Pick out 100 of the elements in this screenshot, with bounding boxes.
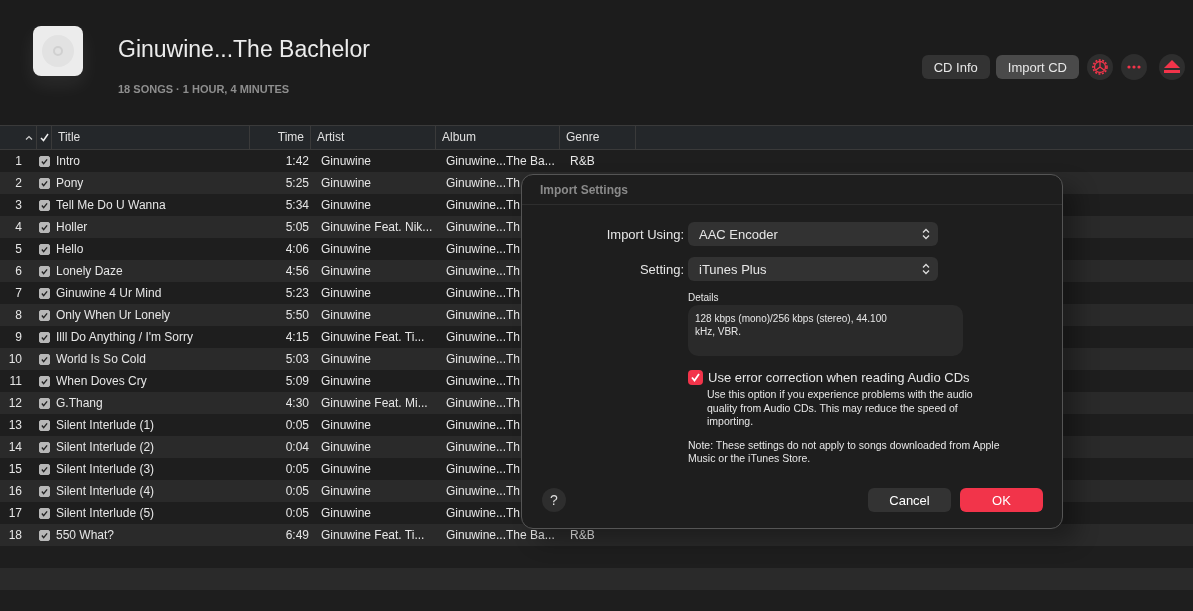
track-artist: Ginuwine Feat. Mi... — [320, 396, 429, 410]
track-artist: Ginuwine Feat. Ti... — [320, 330, 426, 344]
track-time: 4:06 — [284, 242, 310, 256]
action-button[interactable]: CD Info — [921, 55, 990, 79]
track-checkbox[interactable] — [39, 375, 50, 387]
track-title: Only When Ur Lonely — [55, 308, 172, 322]
track-checkbox[interactable] — [39, 353, 50, 365]
track-artist: Ginuwine — [320, 352, 373, 366]
cancel-button[interactable]: Cancel — [868, 488, 951, 512]
track-checkbox[interactable] — [39, 199, 50, 211]
track-title: Pony — [55, 176, 85, 190]
track-time: 5:03 — [284, 352, 310, 366]
track-number: 15 — [7, 462, 22, 476]
track-number: 9 — [14, 330, 22, 344]
track-time: 0:05 — [284, 506, 310, 520]
track-title: G.Thang — [55, 396, 104, 410]
option-description: Use this option if you experience problems with the audio quality from Audio CDs. This may reduce the speed of importing. — [707, 388, 974, 429]
track-album: Ginuwine...Th — [445, 462, 522, 476]
track-time: 5:34 — [284, 198, 310, 212]
track-artist: Ginuwine — [320, 264, 373, 278]
track-album: Ginuwine...Th — [445, 286, 522, 300]
up-down-chevron-icon — [922, 228, 930, 240]
track-checkbox[interactable] — [39, 331, 50, 343]
track-title: Lonely Daze — [55, 264, 124, 278]
help-button[interactable]: ? — [542, 488, 566, 512]
more-icon — [1127, 65, 1141, 69]
gear-icon — [1091, 58, 1109, 76]
track-number: 10 — [7, 352, 22, 366]
disc-icon — [41, 34, 75, 68]
details-label: Details — [688, 292, 720, 303]
track-album: Ginuwine...Th — [445, 484, 522, 498]
track-title: Silent Interlude (4) — [55, 484, 156, 498]
track-album: Ginuwine...Th — [445, 374, 522, 388]
track-title: Ginuwine 4 Ur Mind — [55, 286, 163, 300]
track-time: 0:04 — [284, 440, 310, 454]
track-album: Ginuwine...Th — [445, 220, 522, 234]
track-checkbox[interactable] — [39, 243, 50, 255]
album-title: Ginuwine...The Bachelor — [118, 36, 371, 63]
column-header[interactable]: Album — [435, 126, 559, 149]
eject-button[interactable] — [1159, 54, 1185, 80]
track-album: Ginuwine...The Ba... — [445, 154, 556, 168]
popup-menu[interactable]: AAC Encoder — [688, 222, 938, 246]
track-number: 3 — [14, 198, 22, 212]
checkmark-icon[interactable] — [39, 133, 49, 142]
track-number: 18 — [7, 528, 22, 542]
track-artist: Ginuwine — [320, 176, 373, 190]
track-checkbox[interactable] — [39, 221, 50, 233]
field-label: Import Using: — [605, 226, 684, 242]
track-artist: Ginuwine — [320, 154, 373, 168]
track-artist: Ginuwine Feat. Ti... — [320, 528, 426, 542]
track-album: Ginuwine...The Ba... — [445, 528, 556, 542]
error-correction-checkbox[interactable] — [688, 370, 703, 385]
sort-caret-icon[interactable] — [25, 135, 33, 140]
track-checkbox[interactable] — [39, 265, 50, 277]
track-number: 11 — [8, 374, 22, 388]
track-genre: R&B — [569, 154, 596, 168]
track-title: Intro — [55, 154, 81, 168]
ok-button[interactable]: OK — [960, 488, 1043, 512]
track-album: Ginuwine...Th — [445, 330, 522, 344]
gear-button[interactable] — [1087, 54, 1113, 80]
column-header[interactable]: Artist — [310, 126, 435, 149]
track-artist: Ginuwine — [320, 242, 373, 256]
track-title: Illl Do Anything / I'm Sorry — [55, 330, 194, 344]
track-number: 8 — [14, 308, 22, 322]
track-number: 17 — [7, 506, 22, 520]
track-time: 4:56 — [284, 264, 310, 278]
track-checkbox[interactable] — [39, 155, 50, 167]
track-number: 7 — [14, 286, 22, 300]
track-checkbox[interactable] — [39, 507, 50, 519]
track-time: 6:49 — [284, 528, 310, 542]
track-title: Holler — [55, 220, 89, 234]
track-checkbox[interactable] — [39, 419, 50, 431]
column-header[interactable]: Time — [249, 126, 310, 149]
track-checkbox[interactable] — [39, 441, 50, 453]
track-genre: R&B — [569, 528, 596, 542]
track-title: When Doves Cry — [55, 374, 148, 388]
column-header[interactable]: Title — [51, 126, 249, 149]
column-header[interactable]: Genre — [559, 126, 635, 149]
track-checkbox[interactable] — [39, 529, 50, 541]
track-artist: Ginuwine — [320, 462, 373, 476]
track-checkbox[interactable] — [39, 397, 50, 409]
track-time: 5:50 — [284, 308, 310, 322]
action-button[interactable]: Import CD — [995, 55, 1079, 79]
album-summary: 18 SONGS · 1 HOUR, 4 MINUTES — [118, 83, 291, 95]
track-checkbox[interactable] — [39, 485, 50, 497]
popup-menu[interactable]: iTunes Plus — [688, 257, 938, 281]
track-checkbox[interactable] — [39, 287, 50, 299]
track-artist: Ginuwine — [320, 418, 373, 432]
track-checkbox[interactable] — [39, 463, 50, 475]
settings-note: Note: These settings do not apply to songs downloaded from Apple Music or the iTunes Store. — [688, 438, 1001, 466]
track-number: 1 — [14, 154, 22, 168]
track-checkbox[interactable] — [39, 177, 50, 189]
track-album: Ginuwine...Th — [445, 198, 522, 212]
track-album: Ginuwine...Th — [445, 352, 522, 366]
track-number: 2 — [14, 176, 22, 190]
track-album: Ginuwine...Th — [445, 396, 522, 410]
track-artist: Ginuwine — [320, 440, 373, 454]
track-artist: Ginuwine — [320, 286, 373, 300]
track-checkbox[interactable] — [39, 309, 50, 321]
track-album: Ginuwine...Th — [445, 506, 522, 520]
